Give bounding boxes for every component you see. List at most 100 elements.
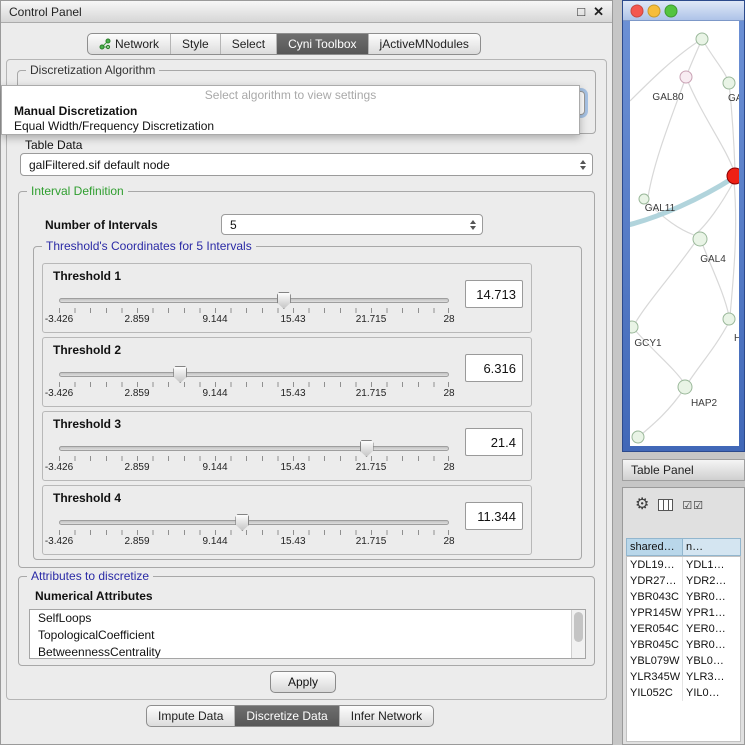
table-panel-header[interactable]: Table Panel	[622, 459, 745, 481]
number-of-intervals-select[interactable]: 5	[221, 214, 483, 235]
list-item[interactable]: BetweennessCentrality	[30, 644, 585, 659]
slider-handle[interactable]	[173, 366, 187, 383]
node-label-gal4: GAL4	[700, 254, 726, 265]
tab-infer-network[interactable]: Infer Network	[339, 706, 433, 726]
column-header-label: shared…	[630, 541, 675, 553]
mac-zoom-button[interactable]	[665, 5, 677, 17]
list-item[interactable]: TopologicalCoefficient	[30, 627, 585, 644]
interval-definition-group: Interval Definition Number of Intervals …	[18, 191, 595, 568]
algorithm-option-equal-width[interactable]: Equal Width/Frequency Discretization	[2, 119, 579, 134]
network-icon	[99, 38, 111, 50]
table-data-select[interactable]: galFiltered.sif default node	[20, 153, 593, 176]
table-row[interactable]: YDL19… YDL1…	[627, 557, 740, 573]
cell[interactable]: YDL1…	[683, 557, 740, 573]
scale-label: 9.144	[202, 314, 227, 325]
cell[interactable]: YBR043C	[627, 589, 683, 605]
node-label-gal11: GAL11	[645, 203, 676, 214]
table-row[interactable]: YLR345W YLR3…	[627, 669, 740, 685]
thresholds-group-title: Threshold's Coordinates for 5 Intervals	[42, 239, 256, 253]
slider-ticks	[59, 308, 449, 313]
cell[interactable]: YDL19…	[627, 557, 683, 573]
threshold-2-label: Threshold 2	[53, 343, 121, 357]
slider-handle[interactable]	[360, 440, 374, 457]
threshold-2-value-field[interactable]: 6.316	[465, 354, 523, 382]
scrollbar-thumb[interactable]	[574, 612, 583, 642]
table-panel-title: Table Panel	[631, 463, 694, 477]
table-row[interactable]: YBR045C YBR0…	[627, 637, 740, 653]
threshold-2-slider[interactable]	[59, 372, 449, 377]
tab-cyni-toolbox[interactable]: Cyni Toolbox	[276, 34, 367, 54]
cell[interactable]: YER0…	[683, 621, 740, 637]
column-header-name[interactable]: n…	[683, 538, 741, 556]
cell[interactable]: YIL0…	[683, 685, 740, 701]
cell[interactable]: YBL0…	[683, 653, 740, 669]
node-hap2[interactable]	[678, 380, 692, 394]
combo-arrows-icon	[470, 220, 476, 230]
selected-red-node[interactable]	[727, 168, 739, 184]
tab-style[interactable]: Style	[170, 34, 220, 54]
control-panel-titlebar[interactable]: Control Panel	[1, 1, 612, 23]
threshold-3-value-field[interactable]: 21.4	[465, 428, 523, 456]
threshold-1-value-field[interactable]: 14.713	[465, 280, 523, 308]
cell[interactable]: YBR045C	[627, 637, 683, 653]
node-label-hap2: HAP2	[691, 398, 718, 409]
scale-label: 15.43	[280, 388, 305, 399]
cell[interactable]: YBR0…	[683, 637, 740, 653]
numerical-attributes-label: Numerical Attributes	[35, 589, 153, 603]
node[interactable]	[723, 77, 735, 89]
numerical-attributes-list[interactable]: SelfLoops TopologicalCoefficient Between…	[29, 609, 586, 659]
tab-jactivemnodules[interactable]: jActiveMNodules	[368, 34, 480, 54]
column-header-shared-name[interactable]: shared…	[626, 538, 683, 556]
table-row[interactable]: YPR145W YPR1…	[627, 605, 740, 621]
node-gal4[interactable]	[693, 232, 707, 246]
node[interactable]	[632, 431, 644, 443]
window-buttons: □ ✕	[577, 1, 604, 23]
minimize-icon[interactable]: □	[577, 1, 585, 23]
cyni-content: Table Data galFiltered.sif default node …	[6, 59, 607, 700]
cell[interactable]: YPR1…	[683, 605, 740, 621]
close-icon[interactable]: ✕	[593, 1, 604, 23]
cell[interactable]: YIL052C	[627, 685, 683, 701]
checkbox-filter-icons[interactable]: ☑☑	[682, 499, 704, 512]
cell[interactable]: YPR145W	[627, 605, 683, 621]
table-row[interactable]: YER054C YER0…	[627, 621, 740, 637]
table-row[interactable]: YDR27… YDR2…	[627, 573, 740, 589]
gear-icon[interactable]: ⚙	[635, 497, 649, 513]
cell[interactable]: YDR27…	[627, 573, 683, 589]
node[interactable]	[723, 313, 735, 325]
cell[interactable]: YLR345W	[627, 669, 683, 685]
algorithm-option-manual[interactable]: Manual Discretization	[2, 104, 579, 119]
cell[interactable]: YLR3…	[683, 669, 740, 685]
tab-impute-data[interactable]: Impute Data	[147, 706, 234, 726]
cell[interactable]: YDR2…	[683, 573, 740, 589]
mac-close-button[interactable]	[631, 5, 643, 17]
table-row[interactable]: YBR043C YBR0…	[627, 589, 740, 605]
apply-button[interactable]: Apply	[270, 671, 336, 693]
cell[interactable]: YBL079W	[627, 653, 683, 669]
threshold-4-value-field[interactable]: 11.344	[465, 502, 523, 530]
threshold-1-slider[interactable]	[59, 298, 449, 303]
slider-handle[interactable]	[277, 292, 291, 309]
network-canvas[interactable]: GAL80 GA GAL11 GAL4 GCY1 H HAP2	[630, 21, 739, 446]
cell[interactable]: YBR0…	[683, 589, 740, 605]
tab-network[interactable]: Network	[88, 34, 170, 54]
threshold-3-slider[interactable]	[59, 446, 449, 451]
node[interactable]	[696, 33, 708, 45]
network-titlebar[interactable]	[623, 1, 744, 21]
node-gcy1[interactable]	[630, 321, 638, 333]
algorithm-placeholder-option[interactable]: Select algorithm to view settings	[2, 88, 579, 104]
mac-minimize-button[interactable]	[648, 5, 660, 17]
columns-icon[interactable]	[658, 499, 673, 511]
threshold-4-slider[interactable]	[59, 520, 449, 525]
tab-select[interactable]: Select	[220, 34, 276, 54]
slider-handle[interactable]	[235, 514, 249, 531]
list-item[interactable]: SelfLoops	[30, 610, 585, 627]
tab-discretize-data[interactable]: Discretize Data	[234, 706, 338, 726]
table-row[interactable]: YIL052C YIL0…	[627, 685, 740, 701]
node-gal80[interactable]	[680, 71, 692, 83]
table-row[interactable]: YBL079W YBL0…	[627, 653, 740, 669]
scale-label: 15.43	[280, 462, 305, 473]
scale-label: 9.144	[202, 388, 227, 399]
cell[interactable]: YER054C	[627, 621, 683, 637]
list-scrollbar[interactable]	[571, 610, 585, 658]
